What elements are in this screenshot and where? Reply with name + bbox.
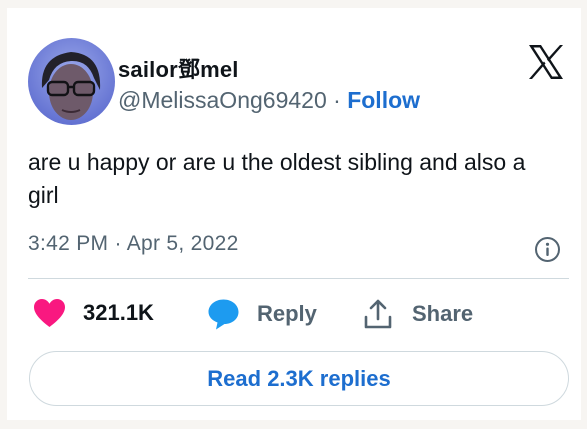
divider [28, 278, 569, 279]
follow-button[interactable]: Follow [347, 87, 420, 113]
tweet-card: sailor鄧mel @MelissaOng69420 · Follow are… [7, 8, 581, 420]
reply-button[interactable]: Reply [207, 298, 317, 330]
like-count: 321.1K [83, 300, 154, 325]
avatar[interactable] [28, 38, 115, 125]
share-button[interactable]: Share [363, 298, 473, 330]
tweet-text: are u happy or are u the oldest sibling … [28, 149, 526, 208]
heart-icon [34, 299, 65, 327]
author-handle[interactable]: @MelissaOng69420 [118, 87, 327, 113]
tweet-timestamp[interactable]: 3:42 PM · Apr 5, 2022 [28, 232, 239, 256]
author-name[interactable]: sailor鄧mel [118, 52, 239, 84]
separator-dot: · [333, 87, 348, 113]
info-icon[interactable] [534, 236, 561, 263]
share-upload-icon [364, 299, 392, 329]
author-handle-row: @MelissaOng69420 · Follow [118, 87, 420, 114]
speech-bubble-icon [208, 299, 239, 330]
reply-label: Reply [257, 301, 317, 326]
share-label: Share [412, 301, 474, 326]
like-button[interactable]: 321.1K [33, 298, 154, 328]
read-replies-button[interactable]: Read 2.3K replies [29, 351, 569, 406]
x-logo-icon[interactable] [526, 42, 566, 82]
